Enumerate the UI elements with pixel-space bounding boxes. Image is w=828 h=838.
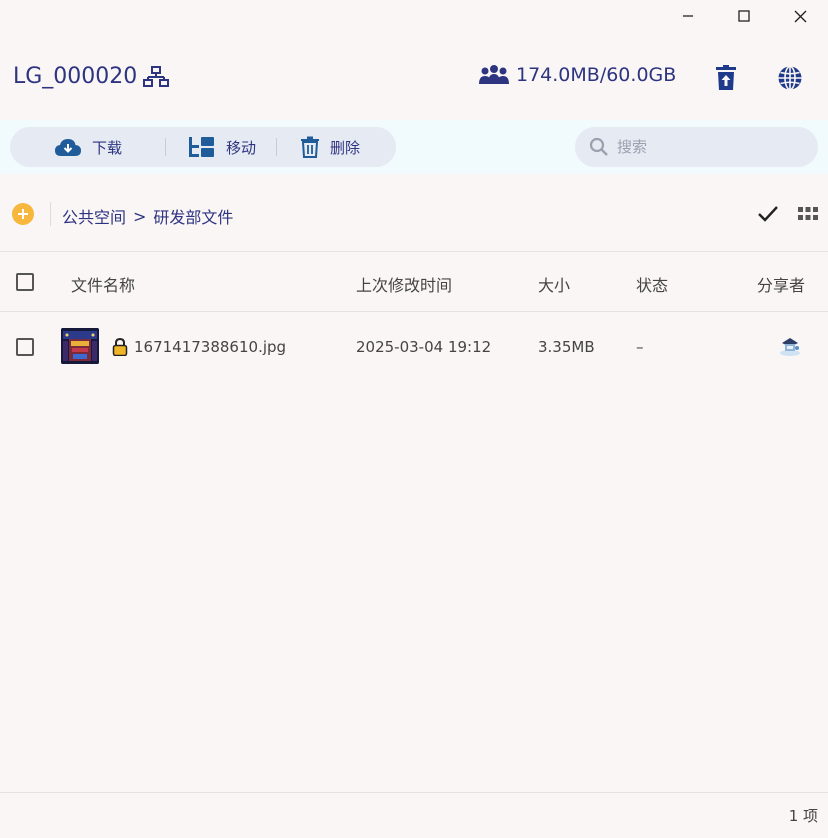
search-icon [589, 137, 609, 157]
breadcrumb: 公共空间 > 研发部文件 [62, 204, 233, 228]
grid-view-button[interactable] [796, 202, 820, 226]
column-size[interactable]: 大小 [538, 272, 570, 296]
maximize-button[interactable] [716, 4, 772, 28]
search-input[interactable] [617, 138, 797, 156]
footer-divider [0, 792, 828, 793]
breadcrumb-divider [50, 202, 51, 226]
file-modified: 2025-03-04 19:12 [356, 338, 492, 356]
close-button[interactable] [772, 4, 828, 28]
file-status: – [636, 338, 644, 356]
storage-indicator: 174.0MB/60.0GB [478, 64, 676, 86]
lock-icon [112, 338, 128, 356]
breadcrumb-separator: > [133, 206, 147, 226]
move-label: 移动 [226, 138, 257, 157]
plus-icon [18, 209, 28, 219]
cloud-download-icon [54, 137, 82, 157]
select-mode-button[interactable] [756, 202, 780, 226]
storage-usage-text: 174.0MB/60.0GB [516, 64, 677, 86]
toolbar: 下载 移动 删除 搜索 [0, 120, 828, 174]
users-icon [478, 64, 510, 86]
toolbar-separator [276, 138, 277, 156]
row-checkbox[interactable] [16, 338, 34, 356]
sharer-avatar-icon[interactable] [778, 335, 802, 357]
breadcrumb-row: 公共空间 > 研发部文件 [0, 192, 828, 236]
workspace-name: LG_000020 [13, 64, 138, 89]
minimize-icon [683, 15, 693, 17]
breadcrumb-item-public-space[interactable]: 公共空间 [62, 204, 126, 228]
trash-icon [300, 136, 320, 158]
download-button[interactable]: 下载 [54, 127, 122, 167]
language-button[interactable] [774, 62, 806, 94]
file-name[interactable]: 1671417388610.jpg [134, 338, 286, 356]
grid-icon [798, 207, 818, 220]
select-all-checkbox[interactable] [16, 273, 34, 291]
move-folder-icon [188, 136, 216, 158]
item-count: 1 项 [788, 807, 818, 825]
column-status[interactable]: 状态 [636, 272, 668, 296]
window-controls [660, 4, 828, 28]
workspace-title: LG_000020 [13, 64, 170, 89]
file-size: 3.35MB [538, 338, 595, 356]
table-header: 文件名称 上次修改时间 大小 状态 分享者 [0, 262, 828, 302]
trash-upload-icon [716, 65, 736, 90]
file-actions: 下载 移动 删除 [10, 127, 396, 167]
divider [0, 251, 828, 252]
search-box[interactable] [575, 127, 818, 167]
column-sharer[interactable]: 分享者 [757, 272, 805, 296]
delete-label: 删除 [330, 138, 361, 157]
minimize-button[interactable] [660, 4, 716, 28]
column-name[interactable]: 文件名称 [71, 272, 135, 296]
divider [0, 311, 828, 312]
recycle-bin-button[interactable] [710, 62, 742, 94]
file-thumbnail [61, 328, 99, 364]
download-label: 下载 [92, 138, 123, 157]
delete-button[interactable]: 删除 [300, 127, 360, 167]
maximize-icon [738, 10, 750, 22]
app-window: LG_000020 174.0MB/60.0GB 下载 移动 删除 搜索 公共空… [0, 0, 828, 838]
add-button[interactable] [12, 203, 34, 225]
globe-icon [778, 65, 802, 91]
toolbar-separator [165, 138, 166, 156]
close-icon [794, 10, 806, 22]
checkmark-icon [758, 206, 778, 222]
move-button[interactable]: 移动 [188, 127, 256, 167]
breadcrumb-item-rd-files[interactable]: 研发部文件 [153, 204, 233, 228]
column-modified[interactable]: 上次修改时间 [356, 272, 452, 296]
header: LG_000020 174.0MB/60.0GB [0, 58, 828, 98]
table-row[interactable]: 1671417388610.jpg 2025-03-04 19:12 3.35M… [0, 322, 828, 372]
network-icon [143, 65, 170, 88]
